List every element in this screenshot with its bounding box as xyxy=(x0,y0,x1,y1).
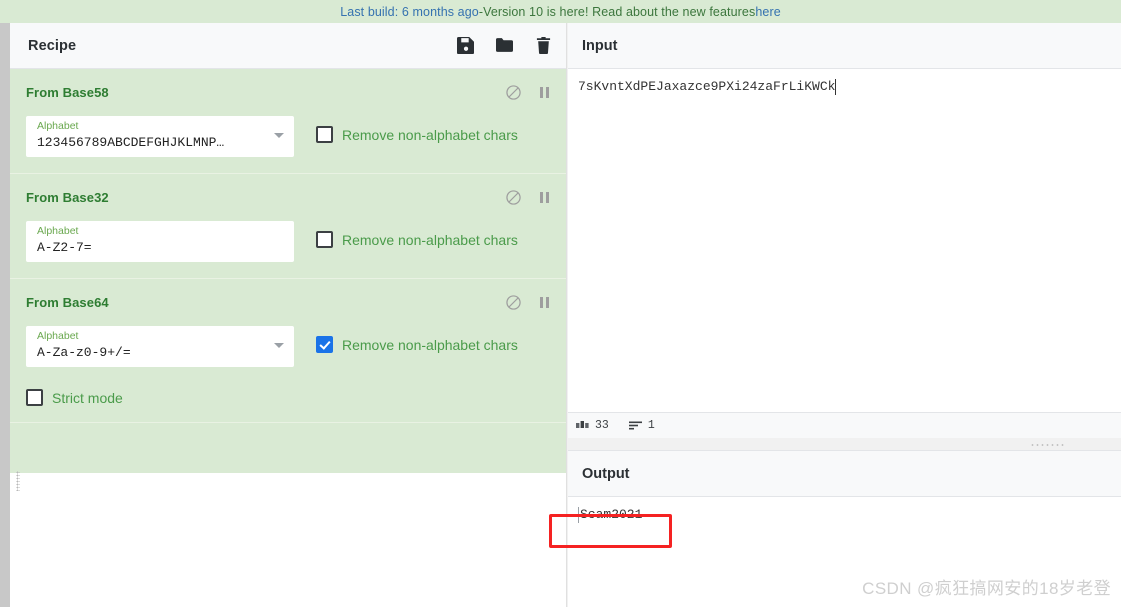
folder-icon[interactable] xyxy=(496,37,513,54)
checkbox-box[interactable] xyxy=(316,126,333,143)
horizontal-splitter[interactable] xyxy=(568,438,1121,451)
operation-from-base64[interactable]: From Base64 Alphabet A-Za-z0-9+/= Remove… xyxy=(10,279,566,423)
remove-non-alphabet-checkbox[interactable]: Remove non-alphabet chars xyxy=(316,126,518,143)
input-title: Input xyxy=(582,37,618,54)
lines-status: 1 xyxy=(628,419,655,432)
operation-title: From Base64 xyxy=(26,294,109,310)
operation-title-row: From Base58 xyxy=(26,81,550,103)
operation-body: Alphabet A-Za-z0-9+/= Remove non-alphabe… xyxy=(26,326,550,367)
alphabet-field-value: 123456789ABCDEFGHJKLMNP… xyxy=(37,135,225,150)
last-build-link[interactable]: Last build: 6 months ago xyxy=(340,5,479,19)
operation-title-row: From Base32 xyxy=(26,186,550,208)
checkbox-box[interactable] xyxy=(316,231,333,248)
recipe-header-icons xyxy=(457,37,552,54)
banner-here-link[interactable]: here xyxy=(755,5,780,19)
operation-from-base58[interactable]: From Base58 Alphabet 123456789ABCDEFGHJK… xyxy=(10,69,566,174)
operation-title: From Base58 xyxy=(26,84,109,100)
strict-mode-checkbox[interactable]: Strict mode xyxy=(26,389,550,406)
io-resize-handle[interactable] xyxy=(1030,443,1066,447)
checkbox-box[interactable] xyxy=(26,389,43,406)
checkbox-label: Remove non-alphabet chars xyxy=(342,231,518,248)
alphabet-field[interactable]: Alphabet 123456789ABCDEFGHJKLMNP… xyxy=(26,116,294,157)
input-header: Input xyxy=(568,23,1121,69)
cyberchef-window: Last build: 6 months ago - Version 10 is… xyxy=(0,0,1121,607)
operation-controls xyxy=(506,84,550,100)
checkbox-box[interactable] xyxy=(316,336,333,353)
save-icon[interactable] xyxy=(457,37,474,54)
alphabet-field-label: Alphabet xyxy=(37,330,79,342)
pause-icon[interactable] xyxy=(539,296,550,309)
banner-message: Version 10 is here! Read about the new f… xyxy=(483,4,756,19)
io-column: Input 7sKvntXdPEJaxazce9PXi24zaFrLiKWCk … xyxy=(568,23,1121,607)
alphabet-field-value: A-Za-z0-9+/= xyxy=(37,345,131,360)
lines-icon xyxy=(628,421,642,430)
lines-value: 1 xyxy=(647,419,655,432)
output-title: Output xyxy=(582,465,630,482)
output-value: Scam2021 xyxy=(578,507,643,523)
operation-list: From Base58 Alphabet 123456789ABCDEFGHJK… xyxy=(10,69,566,473)
chevron-down-icon[interactable] xyxy=(274,343,284,348)
operation-controls xyxy=(506,294,550,310)
remove-non-alphabet-checkbox[interactable]: Remove non-alphabet chars xyxy=(316,231,518,248)
recipe-drop-area[interactable] xyxy=(10,473,566,606)
operation-from-base32[interactable]: From Base32 Alphabet A-Z2-7= Remove non-… xyxy=(10,174,566,279)
length-status: 33 xyxy=(576,419,609,432)
alphabet-field-label: Alphabet xyxy=(37,225,79,237)
pause-icon[interactable] xyxy=(539,86,550,99)
operation-body: Alphabet A-Z2-7= Remove non-alphabet cha… xyxy=(26,221,550,262)
abc-icon xyxy=(576,421,589,428)
operation-title: From Base32 xyxy=(26,189,109,205)
operation-body: Alphabet 123456789ABCDEFGHJKLMNP… Remove… xyxy=(26,116,550,157)
ban-icon[interactable] xyxy=(506,84,521,100)
input-textarea[interactable]: 7sKvntXdPEJaxazce9PXi24zaFrLiKWCk xyxy=(568,69,1121,412)
ban-icon[interactable] xyxy=(506,294,521,310)
operation-controls xyxy=(506,189,550,205)
chevron-down-icon[interactable] xyxy=(274,133,284,138)
remove-non-alphabet-checkbox[interactable]: Remove non-alphabet chars xyxy=(316,336,518,353)
length-value: 33 xyxy=(595,419,609,432)
alphabet-field-value: A-Z2-7= xyxy=(37,240,92,255)
output-header: Output xyxy=(568,451,1121,497)
alphabet-field[interactable]: Alphabet A-Z2-7= xyxy=(26,221,294,262)
left-gutter xyxy=(0,23,10,607)
ban-icon[interactable] xyxy=(506,189,521,205)
recipe-title: Recipe xyxy=(28,37,77,54)
top-banner: Last build: 6 months ago - Version 10 is… xyxy=(0,0,1121,23)
recipe-resize-handle[interactable] xyxy=(16,471,20,491)
checkbox-label: Remove non-alphabet chars xyxy=(342,336,518,353)
alphabet-field-label: Alphabet xyxy=(37,120,79,132)
watermark: CSDN @疯狂搞网安的18岁老登 xyxy=(862,579,1111,598)
recipe-header: Recipe xyxy=(10,23,566,69)
recipe-pane: Recipe From Base58 Alphabet 123456789ABC… xyxy=(10,23,567,607)
input-value: 7sKvntXdPEJaxazce9PXi24zaFrLiKWCk xyxy=(578,79,837,95)
trash-icon[interactable] xyxy=(535,37,552,54)
input-status-bar: 33 1 xyxy=(568,412,1121,438)
operation-title-row: From Base64 xyxy=(26,291,550,313)
checkbox-label: Remove non-alphabet chars xyxy=(342,126,518,143)
pause-icon[interactable] xyxy=(539,191,550,204)
alphabet-field[interactable]: Alphabet A-Za-z0-9+/= xyxy=(26,326,294,367)
checkbox-label: Strict mode xyxy=(52,389,123,406)
